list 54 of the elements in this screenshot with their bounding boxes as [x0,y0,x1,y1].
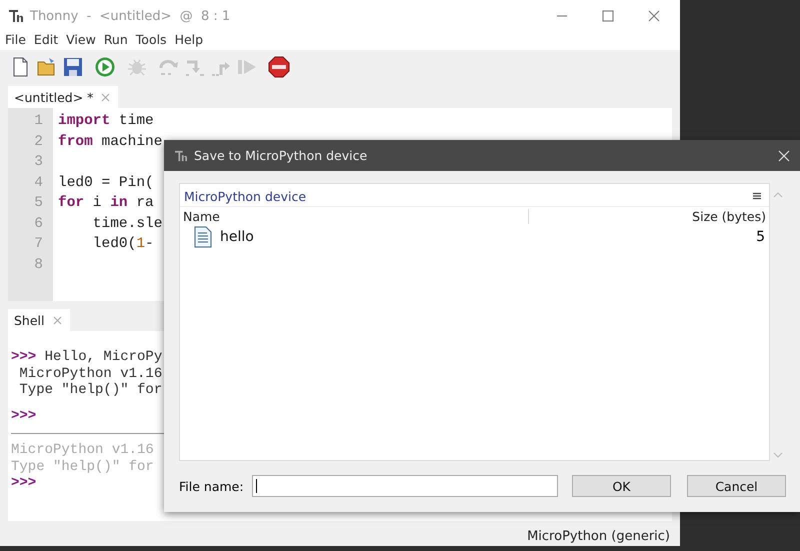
file-size: 5 [756,229,766,245]
column-header[interactable]: Name [180,208,529,224]
shell-prompt: >>> [11,408,36,424]
code-line: import time [58,112,155,131]
file-name-field[interactable] [252,475,558,497]
menu-item[interactable]: Run [104,32,128,50]
menu-icon[interactable] [753,192,761,200]
code-line: led0 = Pin( [58,174,155,192]
code-line: led0(1- [92,235,155,254]
line-number: 6 [33,214,43,234]
menu-item[interactable]: File [5,32,26,50]
shell-output: MicroPython v1.16 [18,366,164,382]
line-number: 2 [33,132,43,152]
line-number: 8 [33,256,43,274]
shell-output: Type "help()" for [18,382,164,398]
location-label: MicroPython device [184,188,306,204]
app-logo-icon [8,9,24,23]
menu-item[interactable]: Tools [136,32,167,50]
editor-tab[interactable]: Shell [8,309,70,331]
ok-button[interactable]: OK [572,475,671,497]
dialog-title: Save to MicroPython device [194,148,368,163]
file-icon [194,226,212,248]
shell-output: Type "help()" for [11,458,155,475]
menu-item[interactable]: View [66,32,96,50]
run-icon[interactable] [94,56,116,78]
stop-icon[interactable] [268,56,290,78]
shell-output: Hello, MicroPy [44,349,162,366]
code-line: from machine [58,132,162,152]
maximize-icon[interactable] [602,10,614,22]
shell-prompt: >>> [11,349,36,366]
line-number: 7 [33,235,43,254]
line-number: 4 [33,174,43,192]
line-number: 5 [33,194,43,213]
window-title: Thonny - <untitled> @ 8 : 1 [30,8,230,24]
menu-item[interactable]: Help [174,32,204,50]
app-logo-icon [174,150,188,162]
shell-output: MicroPython v1.16 [11,442,155,458]
line-number: 1 [33,112,43,131]
menu-item[interactable]: Edit [34,32,58,50]
save-icon[interactable] [62,56,84,78]
scroll-down-icon[interactable] [773,451,783,459]
file-name: hello [220,229,254,245]
backend-label[interactable]: MicroPython (generic) [527,528,670,544]
editor-tab[interactable]: <untitled> * [8,86,118,108]
cancel-button[interactable]: Cancel [687,475,786,497]
scroll-up-icon[interactable] [773,191,783,199]
field-label: File name: [179,478,245,494]
code-line: time.sle [92,214,162,234]
close-icon[interactable] [648,10,660,22]
code-line: for i in ra [58,194,155,213]
column-header[interactable]: Size (bytes) [692,208,769,224]
file-row[interactable]: hello 5 [180,225,769,249]
shell-prompt: >>> [11,475,36,492]
line-number: 3 [33,153,43,172]
